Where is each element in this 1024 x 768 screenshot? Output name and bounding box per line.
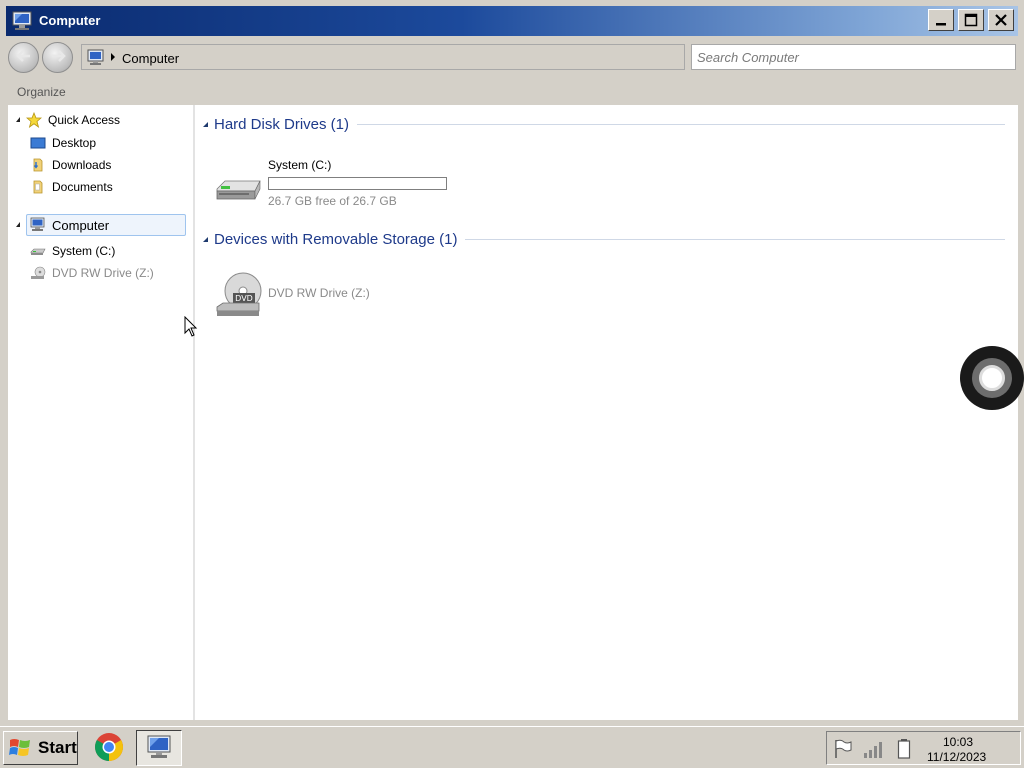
computer-explorer-icon [144, 734, 174, 763]
network-signal-icon[interactable] [863, 739, 885, 762]
taskbar-explorer-button[interactable] [136, 730, 182, 766]
forward-arrow-icon [50, 49, 66, 66]
organize-button[interactable]: Organize [17, 85, 66, 99]
breadcrumb-chevron-icon[interactable] [111, 53, 115, 61]
dvd-drive-icon [30, 265, 46, 281]
explorer-window: Computer Computer Search Computer Organi… [0, 0, 1024, 726]
group-separator [357, 123, 1005, 125]
clock-date[interactable]: 11/12/2023 [927, 750, 986, 764]
taskbar: Start 10:03 11/12/2023 [0, 726, 1024, 768]
minimize-button[interactable] [928, 9, 954, 31]
clock-time[interactable]: 10:03 [943, 735, 973, 749]
tree-item-label: Downloads [52, 158, 112, 172]
system-tray: 10:03 11/12/2023 [826, 731, 1021, 765]
hard-drive-icon [215, 173, 261, 208]
start-button[interactable]: Start [3, 731, 78, 765]
group-separator [465, 238, 1005, 240]
drive-usage-bar [268, 177, 447, 190]
windows-logo-icon [8, 736, 32, 760]
window-title: Computer [39, 13, 101, 28]
tree-item-computer[interactable]: Computer [26, 214, 186, 236]
desktop-icon [30, 135, 46, 151]
expand-computer-icon[interactable] [16, 222, 20, 227]
maximize-icon [964, 13, 978, 27]
tree-item-label: Computer [52, 217, 110, 233]
flag-icon[interactable] [833, 739, 853, 762]
back-arrow-icon [15, 49, 32, 66]
address-bar[interactable]: Computer [81, 44, 685, 70]
documents-folder-icon [30, 179, 46, 195]
drive-name: System (C:) [268, 158, 332, 172]
group-header-removable-storage[interactable]: Devices with Removable Storage (1) [203, 229, 1005, 249]
search-box[interactable] [691, 44, 1016, 70]
battery-icon[interactable] [897, 739, 911, 762]
drive-free-space: 26.7 GB free of 26.7 GB [268, 194, 397, 208]
hard-drive-icon [30, 243, 46, 259]
group-header-hard-disk-drives[interactable]: Hard Disk Drives (1) [203, 114, 1005, 134]
content-pane: Hard Disk Drives (1) System (C:) 26.7 GB… [195, 105, 1018, 720]
navigation-pane: Quick Access Desktop Downloads Documents [8, 105, 193, 720]
drive-name: DVD RW Drive (Z:) [268, 286, 370, 300]
breadcrumb-computer[interactable]: Computer [122, 51, 179, 66]
back-button[interactable] [8, 42, 39, 73]
computer-icon [10, 11, 34, 31]
floating-touch-button[interactable] [960, 346, 1024, 410]
computer-icon [86, 49, 106, 66]
tree-item-downloads[interactable]: Downloads [30, 155, 111, 175]
drive-tile-system-c[interactable]: System (C:) 26.7 GB free of 26.7 GB [213, 153, 453, 213]
dvd-drive-icon: DVD [215, 269, 263, 322]
tree-item-documents[interactable]: Documents [30, 177, 113, 197]
tree-item-label: Quick Access [48, 113, 121, 127]
touch-button-center [979, 365, 1005, 391]
close-icon [994, 13, 1008, 27]
mouse-cursor-icon [184, 315, 198, 341]
drive-tile-dvd-z[interactable]: DVD DVD RW Drive (Z:) [213, 267, 453, 319]
collapse-group-icon[interactable] [203, 236, 208, 242]
close-button[interactable] [988, 9, 1014, 31]
touch-button-ring [972, 358, 1012, 398]
tree-item-dvd-z[interactable]: DVD RW Drive (Z:) [30, 263, 154, 283]
taskbar-chrome-button[interactable] [92, 731, 126, 765]
minimize-icon [935, 14, 947, 26]
maximize-button[interactable] [958, 9, 984, 31]
downloads-folder-icon [30, 157, 46, 173]
tree-item-quick-access[interactable]: Quick Access [25, 110, 121, 130]
computer-icon [30, 217, 46, 233]
tree-item-label: Documents [52, 180, 113, 194]
chrome-icon [94, 732, 124, 765]
tree-item-label: Desktop [52, 136, 97, 150]
navigation-bar: Computer [6, 40, 1018, 76]
tree-item-label: System (C:) [52, 244, 116, 258]
start-label: Start [38, 738, 77, 757]
group-header-label: Hard Disk Drives (1) [214, 115, 350, 133]
tree-item-label: DVD RW Drive (Z:) [52, 266, 154, 280]
tree-item-desktop[interactable]: Desktop [30, 133, 96, 153]
collapse-group-icon[interactable] [203, 121, 208, 127]
svg-text:DVD: DVD [235, 294, 253, 303]
group-header-label: Devices with Removable Storage (1) [214, 230, 458, 248]
command-bar: Organize [6, 80, 1018, 104]
search-input[interactable] [692, 45, 1015, 69]
forward-button[interactable] [42, 42, 73, 73]
expand-quick-access-icon[interactable] [16, 117, 20, 122]
title-bar[interactable]: Computer [6, 6, 1018, 36]
star-icon [25, 111, 43, 128]
tree-item-system-c[interactable]: System (C:) [30, 241, 115, 261]
